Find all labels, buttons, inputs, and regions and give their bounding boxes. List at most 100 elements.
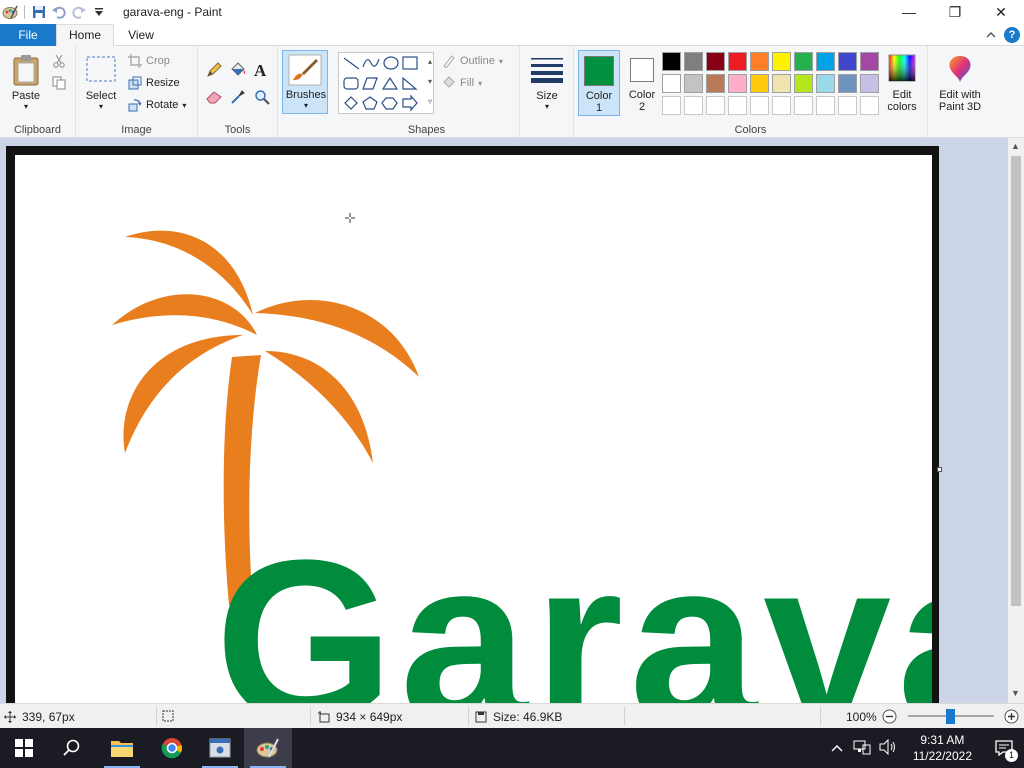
palette-swatch[interactable] [772, 52, 791, 71]
palette-swatch[interactable] [728, 74, 747, 93]
scroll-up-icon[interactable]: ▲ [1011, 141, 1020, 151]
volume-icon[interactable] [879, 738, 897, 758]
size-dropdown-icon[interactable]: ▾ [526, 102, 568, 111]
palette-swatch[interactable] [816, 74, 835, 93]
colors-group-label: Colors [734, 124, 767, 136]
tab-view[interactable]: View [120, 24, 162, 46]
rotate-dropdown-icon[interactable]: ▾ [182, 101, 186, 110]
palette-swatch[interactable] [794, 52, 813, 71]
start-button[interactable] [0, 728, 48, 768]
palette-swatch[interactable] [838, 52, 857, 71]
drawing-area: Garava [0, 138, 1008, 703]
resize-button[interactable]: Resize [128, 76, 180, 90]
tab-file[interactable]: File [0, 24, 56, 46]
taskbar-chrome[interactable] [148, 728, 196, 768]
maximize-button[interactable]: ❐ [932, 0, 978, 24]
customize-qat-icon[interactable] [89, 2, 109, 22]
eraser-icon[interactable] [206, 90, 222, 107]
shapes-scroll[interactable]: ▴ ▾ ▿ [424, 52, 436, 114]
select-button[interactable]: Select ▾ [84, 52, 118, 114]
tab-home[interactable]: Home [56, 24, 114, 47]
canvas-resize-handle[interactable] [937, 467, 942, 472]
taskbar-file-explorer[interactable] [98, 728, 146, 768]
palette-swatch[interactable] [706, 74, 725, 93]
palette-swatch[interactable] [750, 52, 769, 71]
select-dropdown-icon[interactable]: ▾ [84, 102, 118, 111]
minimize-button[interactable]: — [886, 0, 932, 24]
palette-swatch[interactable] [706, 52, 725, 71]
shapes-gallery[interactable] [338, 52, 434, 114]
zoom-in-icon[interactable] [1004, 709, 1019, 727]
palette-swatch[interactable] [662, 74, 681, 93]
pencil-icon[interactable] [206, 62, 222, 81]
paint-app-icon[interactable] [0, 2, 20, 22]
edit-with-paint3d-button[interactable]: Edit with Paint 3D [932, 50, 988, 116]
color2-swatch [630, 58, 654, 82]
notifications-button[interactable]: 1 [984, 728, 1024, 768]
palette-swatch[interactable] [838, 74, 857, 93]
crop-button[interactable]: Crop [128, 54, 170, 68]
fill-bucket-icon[interactable] [229, 62, 247, 81]
custom-color-slot[interactable] [684, 96, 703, 115]
color2-button[interactable]: Color 2 [622, 50, 662, 116]
paste-button[interactable]: Paste ▾ [6, 52, 46, 112]
taskbar-paint[interactable] [244, 728, 292, 768]
palette-swatch[interactable] [860, 74, 879, 93]
custom-color-slot[interactable] [838, 96, 857, 115]
color-picker-icon[interactable] [230, 89, 246, 108]
redo-icon[interactable] [69, 2, 89, 22]
windows-logo-icon [15, 739, 33, 757]
palette-swatch[interactable] [684, 74, 703, 93]
color1-button[interactable]: Color 1 [578, 50, 620, 116]
size-button[interactable]: Size ▾ [526, 52, 568, 114]
magnifier-icon[interactable] [254, 89, 270, 108]
clock[interactable]: 9:31 AM 11/22/2022 [913, 732, 972, 764]
edit-colors-button[interactable]: Edit colors [882, 50, 922, 116]
custom-color-slot[interactable] [794, 96, 813, 115]
scroll-down-icon[interactable]: ▼ [1011, 688, 1020, 698]
custom-color-slot[interactable] [860, 96, 879, 115]
fill-button[interactable]: Fill ▾ [442, 76, 482, 90]
canvas[interactable]: Garava [15, 155, 932, 703]
palette-swatch[interactable] [662, 52, 681, 71]
collapse-ribbon-icon[interactable] [986, 28, 996, 42]
clipboard-group-label: Clipboard [13, 124, 62, 136]
palette-swatch[interactable] [750, 74, 769, 93]
cut-icon[interactable] [52, 54, 66, 71]
ribbon: Paste ▾ Clipboard Select ▾ Crop Resize R… [0, 46, 1024, 138]
network-icon[interactable] [853, 739, 871, 758]
help-icon[interactable]: ? [1004, 27, 1020, 43]
vertical-scrollbar[interactable]: ▲ ▼ [1008, 138, 1024, 703]
palette-swatch[interactable] [684, 52, 703, 71]
show-hidden-icons-icon[interactable] [831, 741, 843, 755]
brushes-button[interactable]: Brushes ▾ [282, 50, 328, 114]
palette-swatch[interactable] [772, 74, 791, 93]
taskbar-app[interactable] [196, 728, 244, 768]
copy-icon[interactable] [52, 76, 66, 93]
file-size: Size: 46.9KB [475, 710, 562, 724]
outline-button[interactable]: Outline ▾ [442, 54, 503, 68]
scroll-thumb[interactable] [1011, 156, 1021, 606]
custom-color-slot[interactable] [662, 96, 681, 115]
custom-color-slot[interactable] [728, 96, 747, 115]
text-tool-icon[interactable]: A [254, 61, 266, 81]
custom-color-slot[interactable] [750, 96, 769, 115]
crosshair-cursor-icon [345, 213, 355, 223]
zoom-slider-thumb[interactable] [946, 709, 955, 724]
brushes-dropdown-icon[interactable]: ▾ [283, 101, 329, 110]
rotate-button[interactable]: Rotate ▾ [128, 98, 186, 112]
custom-color-slot[interactable] [706, 96, 725, 115]
custom-color-slot[interactable] [772, 96, 791, 115]
palette-swatch[interactable] [816, 52, 835, 71]
undo-icon[interactable] [49, 2, 69, 22]
status-divider [156, 707, 157, 725]
save-icon[interactable] [29, 2, 49, 22]
paste-dropdown-icon[interactable]: ▾ [6, 102, 46, 111]
search-button[interactable] [48, 728, 96, 768]
close-button[interactable]: ✕ [978, 0, 1024, 24]
zoom-out-icon[interactable] [882, 709, 897, 727]
palette-swatch[interactable] [728, 52, 747, 71]
palette-swatch[interactable] [794, 74, 813, 93]
custom-color-slot[interactable] [816, 96, 835, 115]
palette-swatch[interactable] [860, 52, 879, 71]
